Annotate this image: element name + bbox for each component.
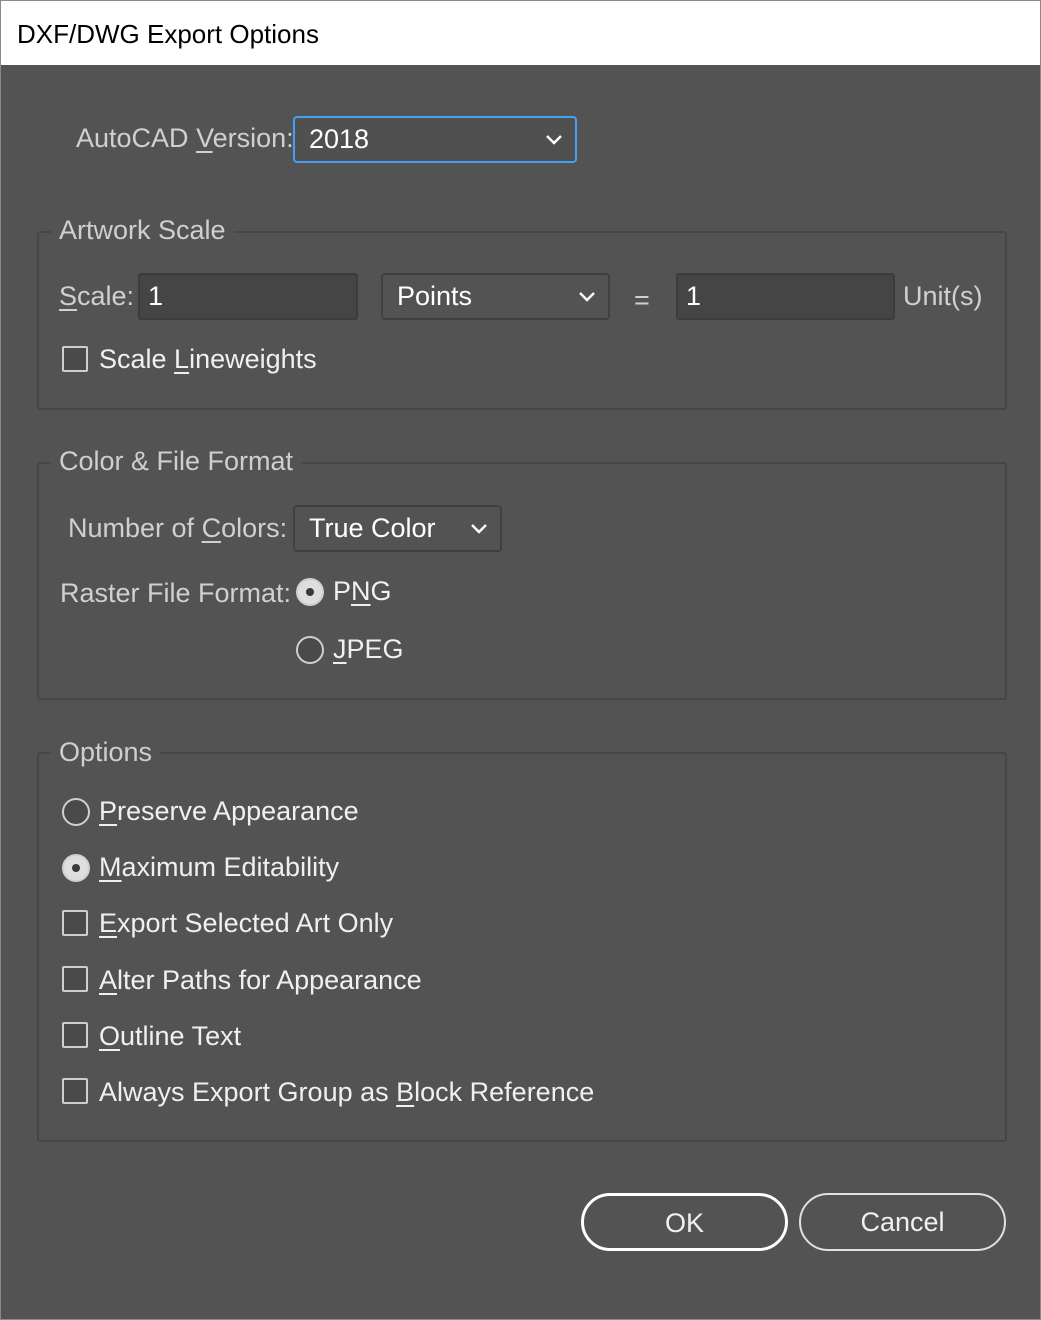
dialog-window: DXF/DWG Export Options AutoCAD Version: … xyxy=(0,0,1041,1320)
color-format-legend: Color & File Format xyxy=(51,446,302,477)
preserve-appearance-radio[interactable] xyxy=(62,798,90,826)
chevron-down-icon xyxy=(579,292,595,302)
chevron-down-icon xyxy=(471,524,487,534)
jpeg-radio[interactable] xyxy=(296,636,324,664)
autocad-version-label: AutoCAD Version: xyxy=(76,123,294,153)
target-units-label: Unit(s) xyxy=(903,281,983,311)
alter-paths-checkbox[interactable] xyxy=(62,966,88,992)
ok-button[interactable]: OK xyxy=(581,1193,788,1251)
equals-sign: = xyxy=(634,285,650,315)
block-reference-checkbox[interactable] xyxy=(62,1078,88,1104)
png-radio[interactable] xyxy=(296,578,324,606)
number-of-colors-label: Number of Colors: xyxy=(68,513,288,543)
preserve-appearance-label[interactable]: Preserve Appearance xyxy=(99,796,359,827)
scale-lineweights-label[interactable]: Scale Lineweights xyxy=(99,344,317,375)
number-of-colors-value: True Color xyxy=(309,513,436,543)
png-label[interactable]: PNG xyxy=(333,576,392,607)
artwork-scale-group xyxy=(37,231,1007,410)
scale-input[interactable]: 1 xyxy=(138,273,358,320)
artwork-scale-legend: Artwork Scale xyxy=(51,215,234,246)
number-of-colors-dropdown[interactable]: True Color xyxy=(293,505,502,552)
maximum-editability-radio[interactable] xyxy=(62,854,90,882)
alter-paths-label[interactable]: Alter Paths for Appearance xyxy=(99,965,422,996)
block-reference-label[interactable]: Always Export Group as Block Reference xyxy=(99,1077,594,1108)
jpeg-label[interactable]: JPEG xyxy=(333,634,404,665)
title-bar: DXF/DWG Export Options xyxy=(1,1,1040,65)
window-title: DXF/DWG Export Options xyxy=(17,19,319,49)
target-scale-input[interactable]: 1 xyxy=(676,273,895,320)
chevron-down-icon xyxy=(546,135,562,145)
cancel-button[interactable]: Cancel xyxy=(799,1193,1006,1251)
scale-lineweights-checkbox[interactable] xyxy=(62,346,88,372)
export-selected-art-checkbox[interactable] xyxy=(62,910,88,936)
scale-unit-dropdown[interactable]: Points xyxy=(381,273,610,320)
outline-text-checkbox[interactable] xyxy=(62,1022,88,1048)
maximum-editability-label[interactable]: Maximum Editability xyxy=(99,852,339,883)
raster-format-label: Raster File Format: xyxy=(60,578,292,608)
export-selected-art-label[interactable]: Export Selected Art Only xyxy=(99,908,393,939)
outline-text-label[interactable]: Outline Text xyxy=(99,1021,241,1052)
options-legend: Options xyxy=(51,737,161,768)
scale-unit-value: Points xyxy=(397,281,473,311)
scale-label: Scale: xyxy=(59,281,135,311)
autocad-version-dropdown[interactable]: 2018 xyxy=(293,116,577,163)
autocad-version-value: 2018 xyxy=(309,124,370,154)
